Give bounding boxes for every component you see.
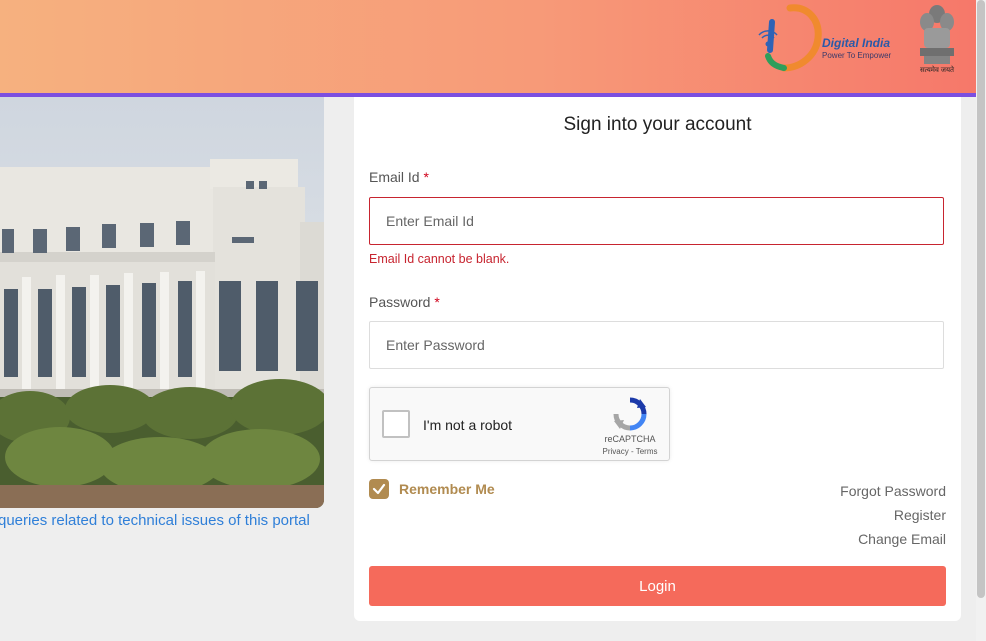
change-email-link[interactable]: Change Email <box>858 531 946 547</box>
email-field[interactable] <box>369 197 944 245</box>
digital-india-brand: Digital India Power To Empower <box>822 36 891 60</box>
scrollbar-thumb[interactable] <box>977 0 985 598</box>
email-label-text: Email Id <box>369 169 420 185</box>
login-card: Sign into your account Email Id * Email … <box>354 97 961 621</box>
remember-label: Remember Me <box>399 481 495 497</box>
brand-tagline: Power To Empower <box>822 51 892 60</box>
technical-issues-link[interactable]: queries related to technical issues of t… <box>0 512 310 529</box>
checkmark-icon <box>372 483 386 495</box>
recaptcha-label: I'm not a robot <box>423 417 513 433</box>
recaptcha-icon <box>613 397 647 431</box>
recaptcha-checkbox[interactable] <box>382 410 410 438</box>
password-label-text: Password <box>369 294 431 310</box>
recaptcha-brand: reCAPTCHA <box>604 434 656 444</box>
email-error-message: Email Id cannot be blank. <box>369 252 510 266</box>
register-link[interactable]: Register <box>894 507 946 523</box>
password-label: Password * <box>369 294 440 310</box>
page-scrollbar[interactable] <box>976 0 986 641</box>
recaptcha-terms: Privacy - Terms <box>602 447 658 456</box>
password-field[interactable] <box>369 321 944 369</box>
password-required-mark: * <box>434 294 440 310</box>
recaptcha-widget: I'm not a robot reCAPTCHA Privacy - Term… <box>369 387 670 461</box>
emblem-caption: सत्यमेव जयते <box>919 67 955 74</box>
email-label: Email Id * <box>369 169 429 185</box>
remember-checkbox[interactable] <box>369 479 389 499</box>
email-required-mark: * <box>423 169 429 185</box>
login-title: Sign into your account <box>563 114 752 135</box>
brand-title: Digital India <box>822 36 891 50</box>
header-banner: Digital India Power To Empower सत्यमेव ज… <box>0 0 976 93</box>
building-photo <box>0 97 324 508</box>
login-button[interactable]: Login <box>369 566 946 606</box>
digital-india-logo-icon <box>758 4 822 72</box>
forgot-password-link[interactable]: Forgot Password <box>840 483 946 499</box>
